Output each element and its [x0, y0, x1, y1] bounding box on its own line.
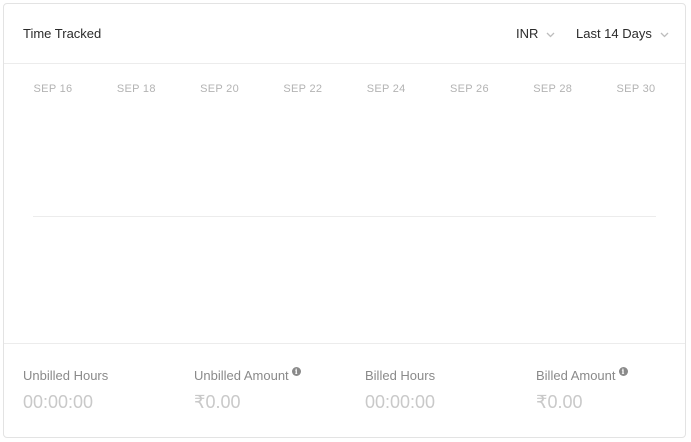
stat-label: Unbilled Amount i: [194, 367, 301, 383]
stat-label: Billed Amount i: [536, 367, 628, 383]
x-tick-label: SEP 16: [33, 83, 73, 95]
date-range-dropdown[interactable]: Last 14 Days: [576, 26, 669, 41]
currency-value: INR: [516, 26, 539, 41]
x-tick-label: SEP 24: [366, 83, 406, 95]
stat-unbilled-amount: Unbilled Amount i ₹0.00: [194, 367, 301, 413]
x-tick-label: SEP 22: [283, 83, 323, 95]
chevron-down-icon: [660, 26, 669, 41]
x-tick-label: SEP 28: [533, 83, 573, 95]
date-range-value: Last 14 Days: [576, 26, 652, 41]
stat-billed-amount: Billed Amount i ₹0.00: [536, 367, 628, 413]
stat-value: 00:00:00: [23, 392, 94, 412]
stat-value: ₹0.00: [194, 392, 241, 412]
info-icon[interactable]: i: [291, 367, 301, 376]
stat-label: Billed Hours: [365, 368, 436, 383]
info-icon[interactable]: i: [618, 367, 628, 376]
x-axis-ticks: SEP 16 SEP 18 SEP 20 SEP 22 SEP 24 SEP 26 SEP …: [4, 83, 685, 97]
stat-unbilled-hours: Unbilled Hours 00:00:00: [23, 368, 108, 413]
card-title: Time Tracked: [23, 26, 102, 41]
x-tick-label: SEP 30: [616, 83, 656, 95]
chart-baseline: [33, 216, 656, 217]
stat-value: 00:00:00: [365, 392, 436, 412]
time-tracked-card: Time Tracked INR Last 14 Days SEP 16 SEP …: [3, 3, 686, 438]
stats-footer: Unbilled Hours 00:00:00 Unbilled Amount i…: [4, 343, 685, 437]
stat-value: ₹0.00: [536, 392, 583, 412]
currency-dropdown[interactable]: INR: [516, 26, 555, 41]
x-tick-label: SEP 20: [200, 83, 240, 95]
card-header: Time Tracked INR Last 14 Days: [4, 4, 685, 64]
chevron-down-icon: [546, 26, 555, 41]
time-tracked-chart: SEP 16 SEP 18 SEP 20 SEP 22 SEP 24 SEP 26 SEP …: [4, 64, 685, 344]
x-tick-label: SEP 26: [449, 83, 489, 95]
stat-billed-hours: Billed Hours 00:00:00: [365, 368, 435, 413]
x-tick-label: SEP 18: [116, 83, 156, 95]
stat-label: Unbilled Hours: [23, 368, 109, 383]
